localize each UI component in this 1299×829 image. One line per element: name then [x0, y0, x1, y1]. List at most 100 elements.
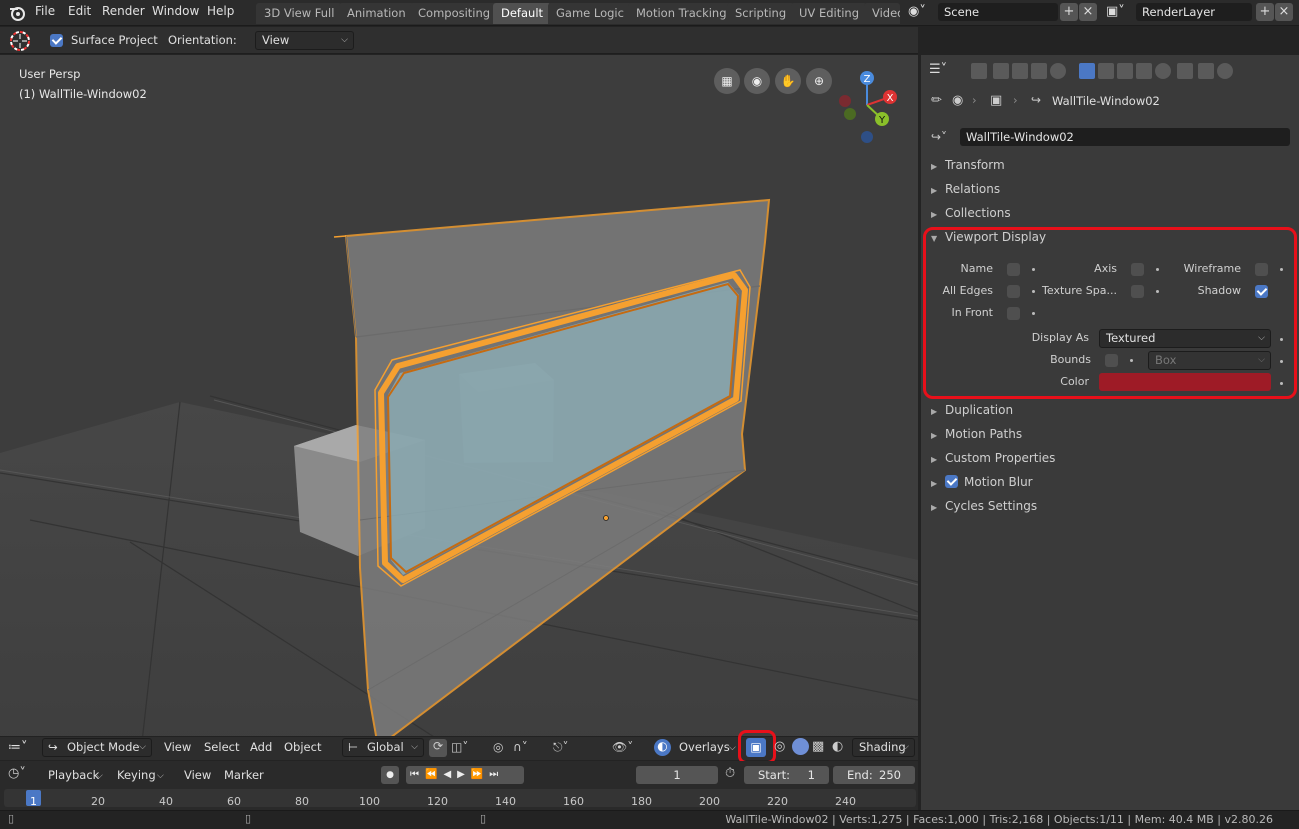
menu-playback[interactable]: Playback: [48, 768, 99, 782]
texture-space-checkbox[interactable]: [1131, 285, 1144, 298]
particles-tab-icon[interactable]: [1136, 63, 1152, 79]
tab-scripting[interactable]: Scripting: [727, 3, 795, 24]
section-relations[interactable]: ▶ Relations: [931, 182, 1000, 196]
overlays-label[interactable]: Overlays: [679, 740, 730, 754]
scene-icon[interactable]: ◉˅: [908, 4, 926, 19]
data-tab-icon[interactable]: [1198, 63, 1214, 79]
zoom-icon[interactable]: ⊕: [806, 68, 832, 94]
remove-scene-button[interactable]: ×: [1079, 3, 1097, 21]
material-tab-icon[interactable]: [1217, 63, 1233, 79]
render-tab-icon[interactable]: [993, 63, 1009, 79]
pin-icon[interactable]: ✏: [931, 93, 942, 108]
shadow-checkbox[interactable]: [1255, 285, 1268, 298]
wireframe-checkbox[interactable]: [1255, 263, 1268, 276]
object-tab-icon[interactable]: [1079, 63, 1095, 79]
tool-tab-icon[interactable]: [971, 63, 987, 79]
camera-view-icon[interactable]: ◉: [744, 68, 770, 94]
pivot-icon[interactable]: ⟳: [429, 739, 447, 757]
physics-tab-icon[interactable]: [1155, 63, 1171, 79]
keyframe-dot[interactable]: [1280, 338, 1283, 341]
object-mode-dropdown[interactable]: Object Mode ↪ ⌵: [42, 738, 152, 757]
record-button-icon[interactable]: ●: [381, 766, 399, 784]
render-layer-field[interactable]: RenderLayer: [1136, 3, 1252, 21]
section-motion-paths[interactable]: ▶ Motion Paths: [931, 427, 1022, 441]
keyframe-dot[interactable]: [1280, 382, 1283, 385]
menu-select[interactable]: Select: [204, 740, 239, 754]
add-render-layer-button[interactable]: +: [1256, 3, 1274, 21]
in-front-checkbox[interactable]: [1007, 307, 1020, 320]
blender-logo-icon[interactable]: [8, 4, 26, 22]
gizmo-icon[interactable]: ⎋˅: [553, 740, 569, 755]
3d-viewport[interactable]: User Persp (1) WallTile-Window02 ▦ ◉ ✋ ⊕…: [0, 55, 918, 760]
visibility-icon[interactable]: 👁˅: [612, 740, 633, 754]
menu-render[interactable]: Render: [102, 4, 145, 18]
keyframe-dot[interactable]: [1156, 290, 1159, 293]
menu-keying[interactable]: Keying: [117, 768, 156, 782]
scene-field[interactable]: Scene: [938, 3, 1058, 21]
keyframe-dot[interactable]: [1130, 359, 1133, 362]
constraints-tab-icon[interactable]: [1177, 63, 1193, 79]
viewport-scene[interactable]: [0, 55, 918, 760]
menu-edit[interactable]: Edit: [68, 4, 91, 18]
rendered-shading-icon[interactable]: ◐: [832, 739, 843, 754]
xray-toggle-icon[interactable]: ▣: [746, 738, 766, 757]
axis-checkbox[interactable]: [1131, 263, 1144, 276]
tab-game-logic[interactable]: Game Logic: [548, 3, 632, 24]
motion-blur-checkbox[interactable]: [945, 475, 958, 488]
tab-motion-tracking[interactable]: Motion Tracking: [628, 3, 735, 24]
menu-file[interactable]: File: [35, 4, 55, 18]
menu-object[interactable]: Object: [284, 740, 321, 754]
section-motion-blur[interactable]: ▶ Motion Blur: [931, 475, 1033, 489]
view-layer-tab-icon[interactable]: [1031, 63, 1047, 79]
keyframe-dot[interactable]: [1280, 360, 1283, 363]
timeline-editor-type-icon[interactable]: ◷˅: [8, 766, 26, 781]
surface-project-checkbox[interactable]: [50, 34, 63, 47]
section-viewport-display[interactable]: ▼ Viewport Display: [931, 230, 1046, 244]
object-name-field[interactable]: WallTile-Window02: [960, 128, 1290, 146]
tab-video[interactable]: Video: [864, 3, 900, 24]
playback-controls[interactable]: ⏮⏪◀▶⏩⏭: [406, 766, 524, 784]
modifiers-tab-icon[interactable]: [1098, 63, 1114, 79]
keyframe-dot[interactable]: [1280, 268, 1283, 271]
section-duplication[interactable]: ▶ Duplication: [931, 403, 1013, 417]
proportional-edit-icon[interactable]: ◎: [493, 740, 503, 754]
remove-render-layer-button[interactable]: ×: [1275, 3, 1293, 21]
section-collections[interactable]: ▶ Collections: [931, 206, 1011, 220]
keyframe-dot[interactable]: [1032, 312, 1035, 315]
scene-tab-icon[interactable]: [1050, 63, 1066, 79]
snap-icon[interactable]: ◫˅: [451, 740, 468, 754]
orientation-dropdown[interactable]: View ⌵: [255, 31, 354, 50]
all-edges-checkbox[interactable]: [1007, 285, 1020, 298]
name-checkbox[interactable]: [1007, 263, 1020, 276]
properties-editor-type-icon[interactable]: ☰˅: [929, 62, 947, 77]
menu-add[interactable]: Add: [250, 740, 272, 754]
display-as-dropdown[interactable]: Textured ⌵: [1099, 329, 1271, 348]
add-scene-button[interactable]: +: [1060, 3, 1078, 21]
keyframe-dot[interactable]: [1156, 268, 1159, 271]
section-cycles-settings[interactable]: ▶ Cycles Settings: [931, 499, 1037, 513]
keyframe-dot[interactable]: [1032, 268, 1035, 271]
overlays-icon[interactable]: ◐: [654, 739, 671, 756]
wrench-icon[interactable]: [1117, 63, 1133, 79]
pan-hand-icon[interactable]: ✋: [775, 68, 801, 94]
cursor-tool-icon[interactable]: [8, 29, 32, 53]
object-data-icon[interactable]: ↪˅: [931, 130, 947, 144]
section-custom-properties[interactable]: ▶ Custom Properties: [931, 451, 1055, 465]
falloff-icon[interactable]: ∩˅: [513, 740, 528, 754]
transform-orientation-dropdown[interactable]: Global ⊢ ⌵: [342, 738, 424, 757]
menu-window[interactable]: Window: [152, 4, 199, 18]
output-tab-icon[interactable]: [1012, 63, 1028, 79]
color-swatch[interactable]: [1099, 373, 1271, 391]
render-layer-icon[interactable]: ▣˅: [1106, 4, 1125, 19]
end-frame-field[interactable]: End: 250: [833, 766, 915, 784]
tab-3d-view-full[interactable]: 3D View Full: [256, 3, 343, 24]
bounds-checkbox[interactable]: [1105, 354, 1118, 367]
solid-shading-icon[interactable]: [792, 738, 809, 755]
menu-marker[interactable]: Marker: [224, 768, 264, 782]
section-transform[interactable]: ▶ Transform: [931, 158, 1005, 172]
tab-animation[interactable]: Animation: [339, 3, 414, 24]
keyframe-dot[interactable]: [1032, 290, 1035, 293]
tab-compositing[interactable]: Compositing: [410, 3, 499, 24]
current-frame-field[interactable]: 1: [636, 766, 718, 784]
menu-timeline-view[interactable]: View: [184, 768, 211, 782]
